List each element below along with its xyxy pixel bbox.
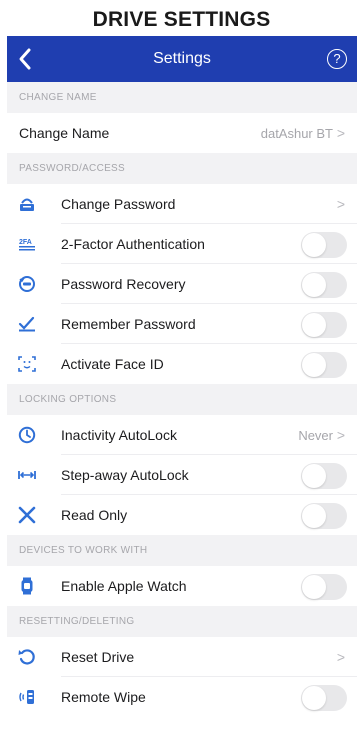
read-only-toggle[interactable] bbox=[301, 503, 347, 529]
inactivity-autolock-value: Never bbox=[298, 427, 333, 443]
watch-icon bbox=[18, 577, 36, 595]
chevron-right-icon: > bbox=[336, 125, 345, 141]
distance-icon bbox=[18, 466, 36, 484]
password-recovery-row: Password Recovery bbox=[7, 264, 357, 304]
remote-wipe-row: Remote Wipe bbox=[7, 677, 357, 717]
reset-icon bbox=[18, 648, 36, 666]
page-heading: DRIVE SETTINGS bbox=[0, 0, 363, 36]
chevron-right-icon: > bbox=[336, 649, 345, 665]
step-away-autolock-label: Step-away AutoLock bbox=[61, 467, 189, 483]
2fa-icon: 2FA bbox=[18, 235, 36, 253]
change-password-label: Change Password bbox=[61, 196, 176, 212]
recovery-icon bbox=[18, 275, 36, 293]
read-only-label: Read Only bbox=[61, 507, 128, 523]
section-header-change-name: CHANGE NAME bbox=[7, 82, 357, 113]
help-icon[interactable]: ? bbox=[327, 49, 347, 69]
clock-icon bbox=[18, 426, 36, 444]
inactivity-autolock-label: Inactivity AutoLock bbox=[61, 427, 177, 443]
svg-text:2FA: 2FA bbox=[19, 239, 32, 246]
section-header-devices: DEVICES TO WORK WITH bbox=[7, 535, 357, 566]
inactivity-autolock-row[interactable]: Inactivity AutoLock Never > bbox=[7, 415, 357, 455]
change-name-label: Change Name bbox=[19, 125, 110, 141]
face-id-icon bbox=[18, 355, 36, 373]
chevron-right-icon: > bbox=[336, 427, 345, 443]
section-header-password: PASSWORD/ACCESS bbox=[7, 153, 357, 184]
step-away-autolock-toggle[interactable] bbox=[301, 463, 347, 489]
section-header-resetting: RESETTING/DELETING bbox=[7, 606, 357, 637]
face-id-toggle[interactable] bbox=[301, 352, 347, 378]
password-recovery-toggle[interactable] bbox=[301, 272, 347, 298]
nav-bar: Settings ? bbox=[7, 36, 357, 82]
change-password-row[interactable]: Change Password > bbox=[7, 184, 357, 224]
remember-password-label: Remember Password bbox=[61, 316, 196, 332]
settings-list: CHANGE NAME Change Name datAshur BT > PA… bbox=[7, 82, 357, 734]
apple-watch-toggle[interactable] bbox=[301, 574, 347, 600]
remember-password-toggle[interactable] bbox=[301, 312, 347, 338]
nav-title: Settings bbox=[153, 50, 211, 67]
remote-wipe-icon bbox=[18, 688, 36, 706]
remote-wipe-label: Remote Wipe bbox=[61, 689, 146, 705]
remote-wipe-toggle[interactable] bbox=[301, 685, 347, 711]
apple-watch-row: Enable Apple Watch bbox=[7, 566, 357, 606]
chevron-right-icon: > bbox=[336, 196, 345, 212]
face-id-label: Activate Face ID bbox=[61, 356, 164, 372]
x-icon bbox=[18, 506, 36, 524]
password-recovery-label: Password Recovery bbox=[61, 276, 186, 292]
face-id-row: Activate Face ID bbox=[7, 344, 357, 384]
reset-drive-row[interactable]: Reset Drive > bbox=[7, 637, 357, 677]
step-away-autolock-row: Step-away AutoLock bbox=[7, 455, 357, 495]
remember-password-row: Remember Password bbox=[7, 304, 357, 344]
key-card-icon bbox=[18, 195, 36, 213]
two-factor-row: 2FA 2-Factor Authentication bbox=[7, 224, 357, 264]
two-factor-label: 2-Factor Authentication bbox=[61, 236, 205, 252]
apple-watch-label: Enable Apple Watch bbox=[61, 578, 187, 594]
read-only-row: Read Only bbox=[7, 495, 357, 535]
remember-icon bbox=[18, 315, 36, 333]
change-name-value: datAshur BT bbox=[260, 125, 333, 141]
section-header-locking: LOCKING OPTIONS bbox=[7, 384, 357, 415]
change-name-row[interactable]: Change Name datAshur BT > bbox=[7, 113, 357, 153]
reset-drive-label: Reset Drive bbox=[61, 649, 135, 665]
two-factor-toggle[interactable] bbox=[301, 232, 347, 258]
